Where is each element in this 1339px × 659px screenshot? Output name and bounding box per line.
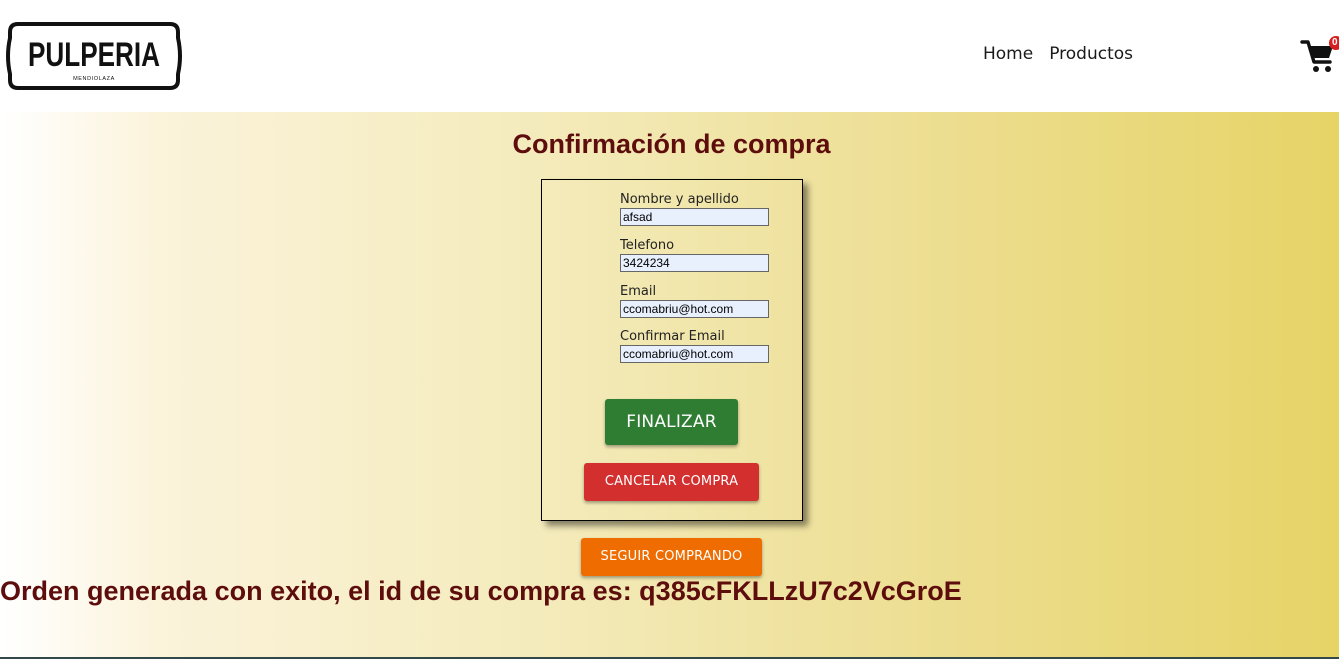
- logo-subtitle-text: MENDIOLAZA: [73, 76, 115, 82]
- email-input[interactable]: [620, 300, 769, 318]
- nav-products-link[interactable]: Productos: [1049, 44, 1133, 64]
- page-title: Confirmación de compra: [512, 129, 831, 159]
- logo-brand-text: PULPERIA: [28, 36, 160, 74]
- confirm-email-input[interactable]: [620, 345, 769, 363]
- nav-home-link[interactable]: Home: [983, 44, 1033, 64]
- brand-logo[interactable]: PULPERIA MENDIOLAZA: [6, 18, 182, 94]
- email-field-group: Email: [620, 283, 769, 318]
- cart-count-badge: 0: [1329, 36, 1339, 50]
- cart-button[interactable]: 0: [1300, 36, 1339, 76]
- continue-shopping-button[interactable]: SEGUIR COMPRANDO: [581, 538, 762, 576]
- logo-badge: PULPERIA MENDIOLAZA: [6, 22, 182, 90]
- name-input[interactable]: [620, 208, 769, 226]
- navbar: PULPERIA MENDIOLAZA Home Productos 0: [0, 0, 1339, 112]
- order-success-message: Orden generada con exito, el id de su co…: [0, 576, 962, 606]
- confirm-email-label: Confirmar Email: [620, 329, 725, 344]
- phone-field-group: Telefono: [620, 237, 769, 272]
- phone-label: Telefono: [620, 238, 675, 253]
- cancel-purchase-button[interactable]: CANCELAR COMPRA: [584, 463, 759, 501]
- confirm-email-field-group: Confirmar Email: [620, 328, 769, 363]
- name-field-group: Nombre y apellido: [620, 191, 769, 226]
- phone-input[interactable]: [620, 254, 769, 272]
- main-nav: Home Productos: [983, 44, 1133, 64]
- email-label: Email: [620, 284, 657, 299]
- finalize-button[interactable]: FINALIZAR: [605, 399, 738, 445]
- name-label: Nombre y apellido: [620, 192, 739, 207]
- checkout-form: Nombre y apellido Telefono Email Confirm…: [541, 179, 803, 521]
- checkout-section: Confirmación de compra Nombre y apellido…: [0, 112, 1339, 657]
